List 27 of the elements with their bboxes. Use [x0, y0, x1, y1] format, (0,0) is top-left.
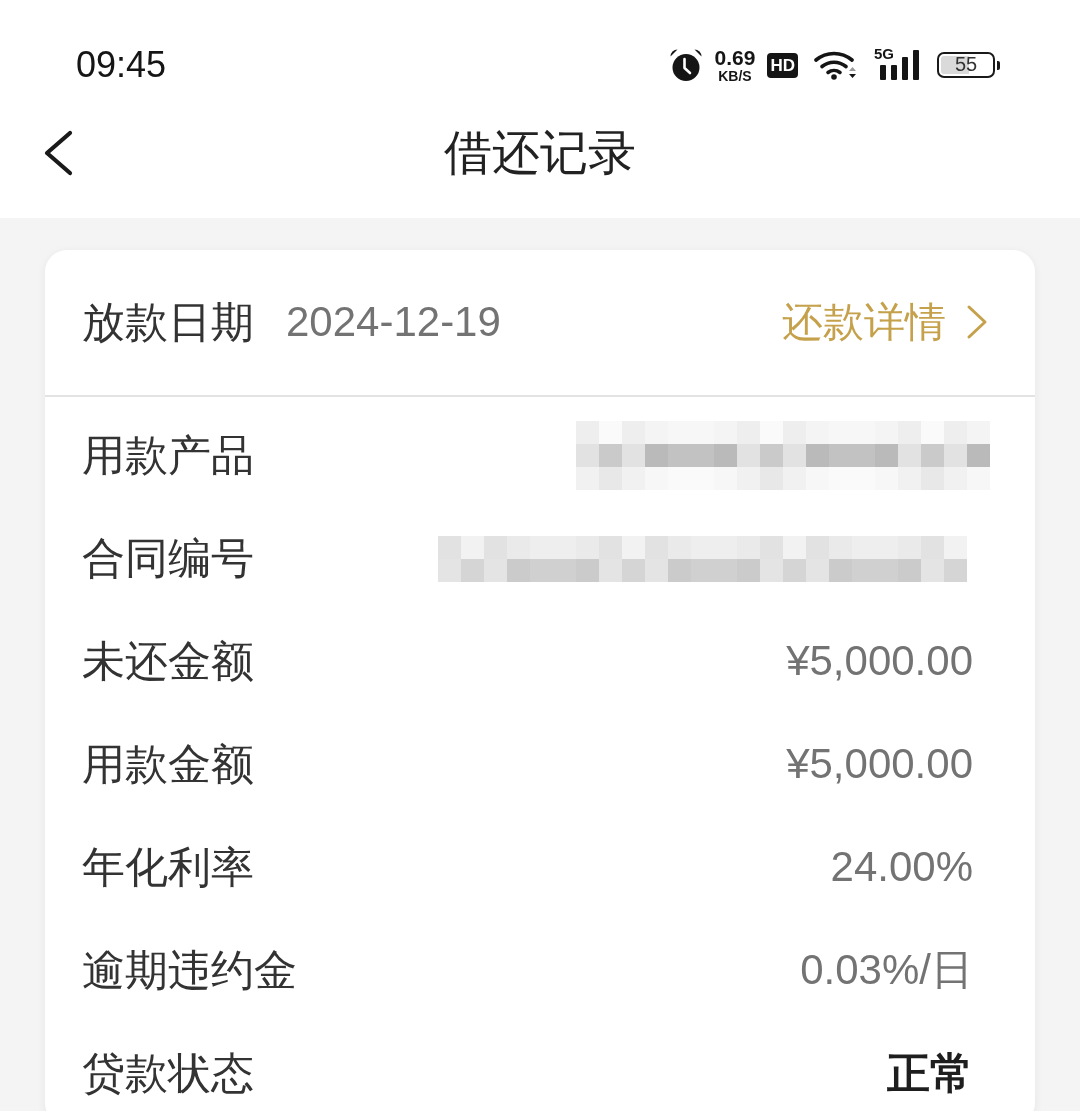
chevron-left-icon	[42, 130, 74, 176]
field-label: 贷款状态	[82, 1048, 254, 1099]
status-value: 正常	[887, 1048, 973, 1099]
hd-badge: HD	[767, 52, 798, 78]
field-value: 24.00%	[830, 843, 973, 892]
field-value: 2024-12-19	[286, 298, 501, 347]
field-label: 未还金额	[82, 636, 254, 687]
network-speed-unit: KB/S	[718, 69, 752, 83]
field-label: 用款金额	[82, 739, 254, 790]
status-time: 09:45	[76, 47, 167, 83]
network-type-label: 5G	[874, 46, 894, 61]
field-label: 用款产品	[82, 430, 254, 481]
alarm-clock-icon	[668, 48, 703, 82]
field-value: 0.03%/日	[800, 946, 973, 995]
network-speed-value: 0.69	[714, 47, 756, 68]
back-button[interactable]	[42, 130, 74, 176]
wifi-icon	[814, 50, 858, 80]
field-value: ¥5,000.00	[786, 637, 973, 686]
field-label: 年化利率	[82, 842, 254, 893]
chevron-right-icon	[966, 304, 988, 341]
battery-indicator: 55	[937, 52, 1000, 78]
field-label: 合同编号	[82, 533, 254, 584]
page-title: 借还记录	[444, 126, 636, 180]
field-label: 放款日期	[82, 297, 254, 348]
field-value: ¥5,000.00	[786, 740, 973, 789]
field-label: 逾期违约金	[82, 945, 297, 996]
repayment-details-link[interactable]: 还款详情	[782, 298, 988, 347]
